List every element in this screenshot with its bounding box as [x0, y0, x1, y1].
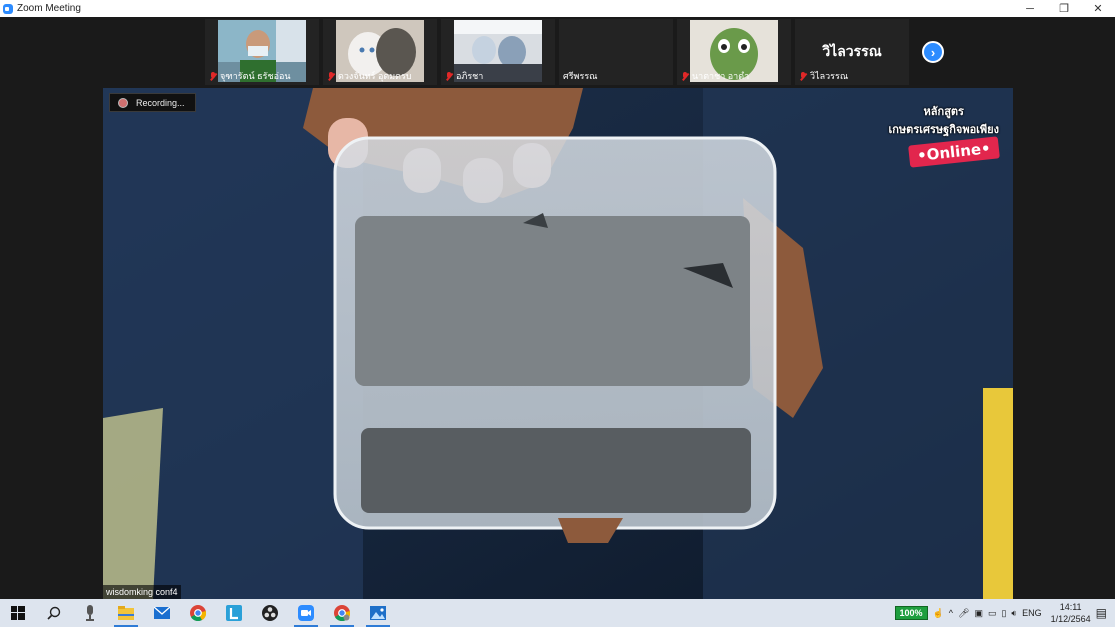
obs-icon[interactable] [252, 599, 288, 627]
participant-name: วิไลวรรณ [810, 71, 849, 81]
active-speaker-name: wisdomking conf4 [103, 585, 181, 599]
zoom-app-icon [3, 3, 13, 14]
system-tray: 100% ☝ ^ 🎤︎ ▣ ▭ ▯ 🔉︎ ENG 14:11 1/12/2564… [894, 599, 1115, 627]
device-icon[interactable]: ▣ [974, 608, 983, 619]
next-page-button[interactable]: › [922, 41, 944, 63]
chevron-up-icon[interactable]: ^ [949, 608, 953, 618]
participant-name: ดวงจันทร์ อุดมดรบ [338, 71, 412, 81]
mic-muted-icon [327, 71, 335, 81]
participant-name: นาตาชา อาดำ [692, 71, 750, 81]
participant-name-row: วิไลวรรณ [799, 69, 848, 83]
clock-time: 14:11 [1059, 602, 1082, 612]
active-speaker-video: Recording... หลักสูตร เกษตรเศรษฐกิจพอเพี… [103, 88, 1013, 599]
restore-button[interactable]: ❐ [1047, 0, 1081, 17]
participant-name-row: จุฑารัตน์ ธรัชอ่อน [209, 69, 291, 83]
recording-indicator[interactable]: Recording... [109, 93, 196, 112]
chevron-right-icon: › [930, 44, 936, 60]
participant-gallery: จุฑารัตน์ ธรัชอ่อน ดวงจันทร์ อุดมดรบ อภิ… [205, 19, 913, 86]
participant-name: ศรีพรรณ [563, 71, 598, 81]
participant-tile[interactable]: วิไลวรรณ วิไลวรรณ [795, 19, 909, 85]
network-icon[interactable]: ▯ [1001, 608, 1006, 619]
zoom-icon[interactable] [288, 599, 324, 627]
mic-muted-icon [681, 71, 689, 81]
mic-muted-icon [445, 71, 453, 81]
course-overlay-logo: หลักสูตร เกษตรเศรษฐกิจพอเพียง •Online• [888, 102, 1000, 168]
video-frame [103, 88, 1013, 599]
clock-date: 1/12/2564 [1050, 614, 1091, 624]
title-bar: Zoom Meeting ─ ❐ ✕ [0, 0, 1115, 17]
participant-name-row: นาตาชา อาดำ [681, 69, 749, 83]
search-icon[interactable] [36, 599, 72, 627]
mic-muted-icon [799, 71, 807, 81]
mail-icon[interactable] [144, 599, 180, 627]
participant-tile[interactable]: ศรีพรรณ [559, 19, 673, 85]
photos-icon[interactable] [360, 599, 396, 627]
overlay-line1: หลักสูตร [923, 105, 964, 118]
windows-start-icon[interactable] [0, 599, 36, 627]
participant-name-row: ศรีพรรณ [563, 69, 598, 83]
participant-name: อภิรชา [456, 71, 484, 81]
participant-tile[interactable]: นาตาชา อาดำ [677, 19, 791, 85]
l-app-icon[interactable] [216, 599, 252, 627]
touch-icon[interactable]: ☝ [933, 608, 944, 619]
participant-name-row: อภิรชา [445, 69, 483, 83]
chrome-profile-icon[interactable] [324, 599, 360, 627]
recording-dot-icon [118, 97, 128, 108]
microphone-tray-icon[interactable]: 🎤︎ [958, 608, 969, 619]
clock[interactable]: 14:11 1/12/2564 [1051, 601, 1091, 625]
mic-muted-icon [209, 71, 217, 81]
overlay-line2: เกษตรเศรษฐกิจพอเพียง [888, 123, 999, 136]
online-badge: •Online• [907, 136, 1000, 168]
file-explorer-icon[interactable] [108, 599, 144, 627]
participant-name-row: ดวงจันทร์ อุดมดรบ [327, 69, 412, 83]
close-button[interactable]: ✕ [1081, 0, 1115, 17]
chrome-icon[interactable] [180, 599, 216, 627]
window-controls: ─ ❐ ✕ [1013, 0, 1115, 17]
windows-taskbar: 100% ☝ ^ 🎤︎ ▣ ▭ ▯ 🔉︎ ENG 14:11 1/12/2564… [0, 599, 1115, 627]
window-title: Zoom Meeting [17, 3, 81, 14]
battery-icon[interactable]: ▭ [988, 608, 997, 619]
recording-label: Recording... [136, 97, 185, 108]
meeting-area: จุฑารัตน์ ธรัชอ่อน ดวงจันทร์ อุดมดรบ อภิ… [0, 17, 1115, 599]
minimize-button[interactable]: ─ [1013, 0, 1047, 17]
microphone-app-icon[interactable] [72, 599, 108, 627]
participant-tile[interactable]: ดวงจันทร์ อุดมดรบ [323, 19, 437, 85]
participant-name: จุฑารัตน์ ธรัชอ่อน [220, 71, 291, 81]
language-indicator[interactable]: ENG [1022, 608, 1042, 618]
participant-display-name: วิไลวรรณ [822, 44, 882, 60]
volume-icon[interactable]: 🔉︎ [1011, 608, 1017, 619]
participant-tile[interactable]: อภิรชา [441, 19, 555, 85]
notifications-icon[interactable]: ▤ [1096, 606, 1107, 620]
participant-tile[interactable]: จุฑารัตน์ ธรัชอ่อน [205, 19, 319, 85]
battery-percent-badge[interactable]: 100% [894, 606, 928, 620]
